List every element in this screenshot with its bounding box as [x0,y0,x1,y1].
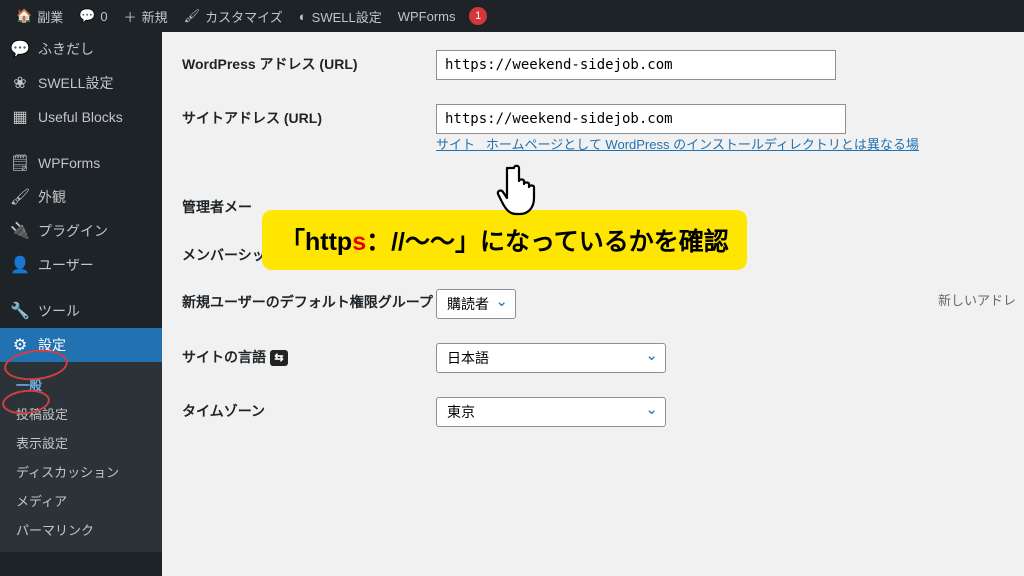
label-new-user-role: 新規ユーザーのデフォルト権限グループ [182,289,436,313]
timezone-select[interactable]: 東京 [436,397,666,427]
admin-email-hint: 新しいアドレ [938,290,1016,309]
topbar-comments[interactable]: 💬0 [71,0,115,32]
topbar-new-label: 新規 [142,7,168,26]
sidebar-item-label: 設定 [38,335,66,355]
site-url-input[interactable] [436,104,846,134]
settings-submenu: 一般投稿設定表示設定ディスカッションメディアパーマリンク [0,362,162,552]
new-user-role-select[interactable]: 購読者 [436,289,516,319]
admin-topbar: 🏠副業 💬0 ＋新規 🖌カスタマイズ ◐SWELL設定 WPForms 1 [0,0,1024,32]
sidebar-item-icon: ▦ [10,107,30,127]
settings-general-panel: WordPress アドレス (URL) サイトアドレス (URL) サイト ホ… [162,32,1024,576]
site-url-help-link[interactable]: サイト ホームページとして WordPress のインストールディレクトリとは異… [436,137,919,152]
topbar-site[interactable]: 🏠 副業 [8,0,71,32]
sidebar-item-icon: 🔌 [10,221,30,241]
sidebar-item-label: Useful Blocks [38,109,123,125]
submenu-item-0[interactable]: 一般 [0,370,162,399]
row-site-url: サイトアドレス (URL) サイト ホームページとして WordPress のイ… [182,104,1004,153]
sidebar-item-label: WPForms [38,155,100,171]
sidebar-item-7[interactable]: 🔧 ツール [0,294,162,328]
comment-icon: 💬 [79,8,95,24]
pointer-hand-icon [496,162,542,223]
row-new-user-role: 新規ユーザーのデフォルト権限グループ 購読者 [182,289,1004,319]
sidebar-item-8[interactable]: ⚙ 設定 [0,328,162,362]
sidebar-item-1[interactable]: ❀ SWELL設定 [0,66,162,100]
submenu-item-1[interactable]: 投稿設定 [0,399,162,428]
sidebar-item-icon: 🖌 [10,187,30,207]
label-site-language: サイトの言語⇆ [182,343,436,367]
row-timezone: タイムゾーン 東京 [182,397,1004,427]
sidebar-item-label: ふきだし [38,39,94,59]
sidebar-item-label: プラグイン [38,221,108,241]
topbar-customize[interactable]: 🖌カスタマイズ [176,0,291,32]
sidebar-item-6[interactable]: 👤 ユーザー [0,248,162,282]
submenu-item-5[interactable]: パーマリンク [0,515,162,544]
submenu-item-3[interactable]: ディスカッション [0,457,162,486]
plus-icon: ＋ [124,7,137,26]
submenu-item-2[interactable]: 表示設定 [0,428,162,457]
sidebar-item-icon: 💬 [10,39,30,59]
row-site-language: サイトの言語⇆ 日本語 [182,343,1004,373]
label-wordpress-url: WordPress アドレス (URL) [182,50,436,74]
site-language-select[interactable]: 日本語 [436,343,666,373]
sidebar-item-icon: ❀ [10,73,30,93]
sidebar-item-label: ユーザー [38,255,94,275]
sidebar-item-icon: 🗒 [10,153,30,173]
topbar-swell-label: SWELL設定 [312,7,382,26]
sidebar-item-icon: 🔧 [10,301,30,321]
translate-icon: ⇆ [270,350,288,366]
sidebar-item-3[interactable]: 🗒 WPForms [0,146,162,180]
sidebar-item-label: ツール [38,301,80,321]
sidebar-item-4[interactable]: 🖌 外観 [0,180,162,214]
wordpress-url-input[interactable] [436,50,836,80]
swell-icon: ◐ [299,9,307,24]
home-icon: 🏠 [16,8,32,24]
label-timezone: タイムゾーン [182,397,436,421]
topbar-site-label: 副業 [37,7,63,26]
topbar-swell[interactable]: ◐ SWELL設定 [291,0,390,32]
sidebar-item-label: SWELL設定 [38,73,113,93]
sidebar-item-0[interactable]: 💬 ふきだし [0,32,162,66]
sidebar-item-2[interactable]: ▦ Useful Blocks [0,100,162,134]
submenu-item-4[interactable]: メディア [0,486,162,515]
topbar-new[interactable]: ＋ 新規 [116,0,176,32]
sidebar-item-5[interactable]: 🔌 プラグイン [0,214,162,248]
topbar-comments-count: 0 [100,9,107,24]
topbar-wpforms[interactable]: WPForms 1 [390,0,495,32]
row-wordpress-url: WordPress アドレス (URL) [182,50,1004,80]
sidebar-item-icon: 👤 [10,255,30,275]
brush-icon: 🖌 [184,8,201,24]
topbar-wpforms-label: WPForms [398,9,456,24]
admin-sidebar: 💬 ふきだし ❀ SWELL設定 ▦ Useful Blocks 🗒 WPForms 🖌 外観 🔌 プ… [0,32,162,576]
label-site-url: サイトアドレス (URL) [182,104,436,128]
sidebar-item-icon: ⚙ [10,335,30,355]
notification-badge: 1 [469,7,487,25]
topbar-customize-label: カスタマイズ [205,7,283,26]
sidebar-item-label: 外観 [38,187,66,207]
